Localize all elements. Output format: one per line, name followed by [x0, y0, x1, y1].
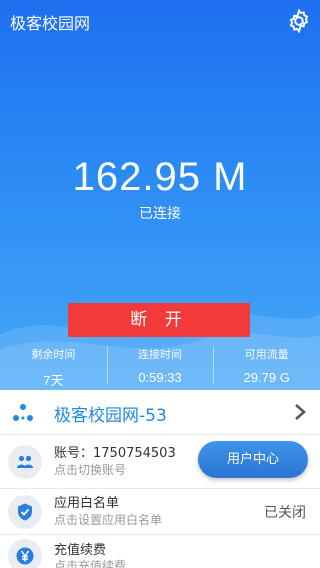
- shield-check-icon: [8, 495, 42, 529]
- network-row[interactable]: 极客校园网-53: [0, 390, 320, 435]
- stat-connect-time: 连接时间 0:59:33: [106, 342, 214, 388]
- whitelist-row[interactable]: 应用白名单 点击设置应用白名单 已关闭: [0, 489, 320, 535]
- info-panel: 极客校园网-53 账号：1750754503 点击切换账号 应用白名单 点击设置…: [0, 390, 320, 568]
- stat-label: 剩余时间: [31, 348, 76, 361]
- stat-available-data: 可用流量 29.79 G: [213, 342, 320, 388]
- network-nodes-icon: [13, 404, 33, 421]
- stat-label: 可用流量: [244, 348, 289, 361]
- stat-value: 0:59:33: [138, 370, 182, 385]
- traffic-used: 162.95 M: [72, 155, 248, 199]
- recharge-row[interactable]: 充值续费 点击充值续费: [0, 535, 320, 568]
- user-center-button[interactable]: 用户中心: [198, 441, 308, 478]
- recharge-hint: 点击充值续费: [54, 559, 127, 568]
- gear-icon[interactable]: [286, 8, 312, 34]
- stat-remaining-time: 剩余时间 7天: [0, 342, 107, 388]
- account-label: 账号：1750754503: [54, 446, 176, 461]
- yen-icon: [8, 539, 42, 568]
- recharge-title: 充值续费: [54, 543, 107, 558]
- whitelist-hint: 点击设置应用白名单: [54, 513, 163, 527]
- connection-status: 已连接: [139, 206, 181, 222]
- app-title: 极客校园网: [10, 14, 91, 33]
- users-icon: [8, 445, 42, 479]
- chevron-right-icon[interactable]: [292, 402, 308, 422]
- switch-account-hint: 点击切换账号: [54, 463, 127, 477]
- network-name: 极客校园网-53: [54, 406, 167, 426]
- stat-label: 连接时间: [138, 348, 182, 361]
- stat-value: 29.79 G: [243, 370, 290, 385]
- stats-bar: 剩余时间 7天 连接时间 0:59:33 可用流量 29.79 G: [0, 342, 320, 388]
- disconnect-button[interactable]: 断 开: [68, 303, 250, 337]
- whitelist-status: 已关闭: [264, 505, 306, 521]
- stat-value: 7天: [43, 373, 64, 388]
- whitelist-title: 应用白名单: [54, 496, 120, 511]
